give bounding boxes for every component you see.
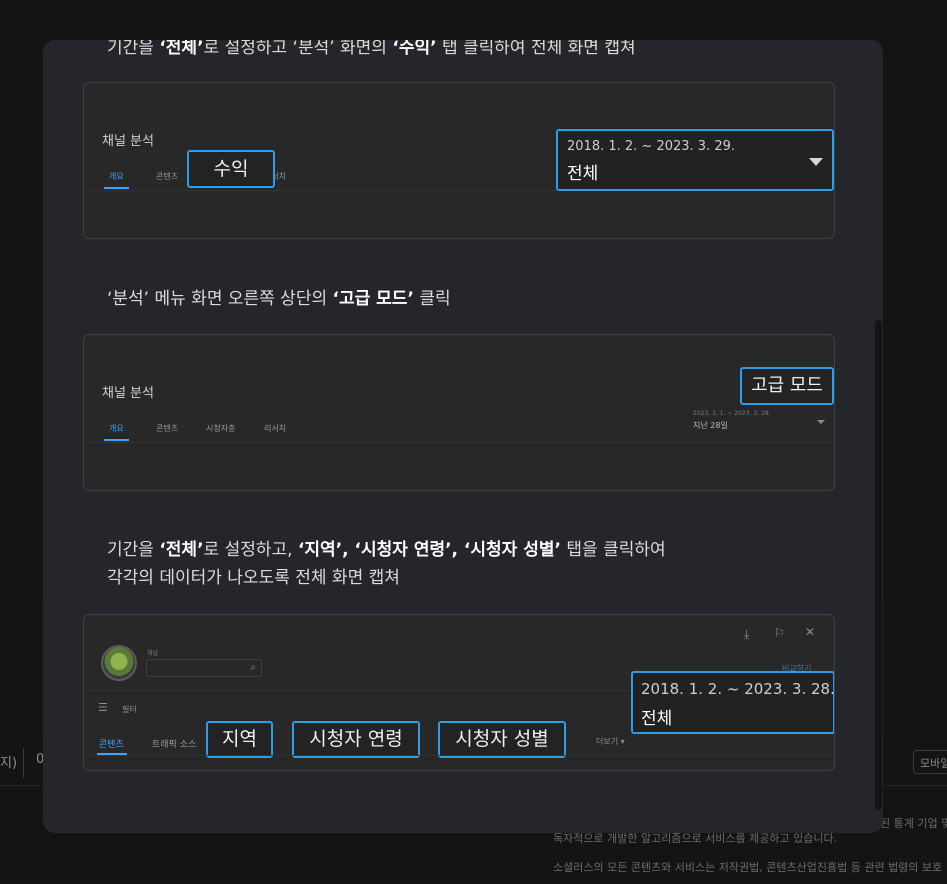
- date-range-text: 2023. 3. 1. ~ 2023. 3. 28.: [693, 410, 771, 417]
- download-icon[interactable]: ⤓: [744, 628, 749, 640]
- date-range-text: 2018. 1. 2. ~ 2023. 3. 28.: [641, 680, 835, 698]
- footer-text: 소셜러스의 모든 콘텐츠와 서비스는 저작권법, 콘텐츠산업진흥법 등 관련 법…: [553, 861, 943, 874]
- step-3-screenshot: ⤓ ⚐ ✕ 채널 ⌕ 비교하기 ☰ 필터 콘텐츠 트래픽 소스 지역 시청자 연…: [83, 614, 835, 771]
- tab-traffic-source[interactable]: 트래픽 소스: [152, 737, 196, 750]
- tab-viewer-age-highlight[interactable]: 시청자 연령: [292, 721, 420, 758]
- date-range-selector[interactable]: 2018. 1. 2. ~ 2023. 3. 28. 전체: [631, 671, 835, 734]
- channel-label: 채널: [147, 650, 159, 657]
- date-range-text: 2018. 1. 2. ~ 2023. 3. 29.: [567, 139, 736, 154]
- filter-label[interactable]: 필터: [122, 704, 137, 715]
- tab-overview[interactable]: 개요: [109, 171, 124, 182]
- step-2-instruction: ‘분석’ 메뉴 화면 오른쪽 상단의 ‘고급 모드’ 클릭: [107, 289, 451, 309]
- step-3-instruction: 기간을 ‘전체’로 설정하고, ‘지역’, ‘시청자 연령’, ‘시청자 성별’…: [107, 536, 666, 592]
- tab-viewer-gender-highlight[interactable]: 시청자 성별: [438, 721, 566, 758]
- tab-overview[interactable]: 개요: [109, 423, 124, 434]
- date-range-label: 지난 28일: [693, 421, 728, 430]
- step-1-screenshot: 채널 분석 개요 콘텐츠 리서치 수익 2018. 1. 2. ~ 2023. …: [83, 82, 835, 239]
- step-3-line-2: 각각의 데이터가 나오도록 전체 화면 캡쳐: [107, 568, 400, 588]
- step-2-screenshot: 채널 분석 개요 콘텐츠 시청자층 리서치 고급 모드 2023. 3. 1. …: [83, 334, 835, 491]
- filter-icon[interactable]: ☰: [98, 702, 108, 714]
- guide-modal: 기간을 ‘전체’로 설정하고 ‘분석’ 화면의 ‘수익’ 탭 클릭하여 전체 화…: [43, 40, 883, 833]
- active-tab-indicator: [104, 439, 129, 441]
- date-range-label: 전체: [567, 164, 599, 184]
- tab-divider: [84, 442, 834, 443]
- tab-revenue-highlight[interactable]: 수익: [187, 150, 275, 188]
- channel-analysis-title: 채널 분석: [102, 134, 154, 149]
- active-tab-indicator: [104, 187, 129, 189]
- tab-region-highlight[interactable]: 지역: [206, 721, 273, 758]
- close-icon[interactable]: ✕: [805, 626, 815, 638]
- feedback-icon[interactable]: ⚐: [774, 627, 785, 639]
- tab-content[interactable]: 콘텐츠: [99, 737, 124, 750]
- channel-avatar: [101, 645, 137, 681]
- more-tabs-button[interactable]: 더보기 ▾: [596, 736, 625, 747]
- tab-audience[interactable]: 시청자층: [206, 423, 235, 434]
- tab-divider: [84, 755, 834, 756]
- tab-content[interactable]: 콘텐츠: [156, 423, 178, 434]
- modal-scrollbar[interactable]: [875, 320, 882, 810]
- background-divider: [23, 748, 24, 778]
- background-label: 지): [0, 756, 18, 771]
- tab-research[interactable]: 리서치: [264, 423, 286, 434]
- channel-search-input[interactable]: ⌕: [146, 659, 262, 677]
- step-1-instruction: 기간을 ‘전체’로 설정하고 ‘분석’ 화면의 ‘수익’ 탭 클릭하여 전체 화…: [107, 40, 636, 58]
- date-range-label: 전체: [641, 709, 673, 729]
- mobile-button[interactable]: 모바일: [913, 750, 947, 774]
- step-3-line-1: 기간을 ‘전체’로 설정하고, ‘지역’, ‘시청자 연령’, ‘시청자 성별’…: [107, 540, 666, 560]
- channel-analysis-title: 채널 분석: [102, 386, 154, 401]
- dropdown-caret-icon[interactable]: [817, 420, 825, 424]
- advanced-mode-button[interactable]: 고급 모드: [740, 367, 834, 405]
- search-icon: ⌕: [250, 662, 256, 673]
- date-range-selector[interactable]: 2018. 1. 2. ~ 2023. 3. 29. 전체: [556, 129, 834, 191]
- footer-text: 된 통계 기업 및: [880, 817, 947, 830]
- dropdown-caret-icon: [809, 158, 823, 166]
- tab-content[interactable]: 콘텐츠: [156, 171, 178, 182]
